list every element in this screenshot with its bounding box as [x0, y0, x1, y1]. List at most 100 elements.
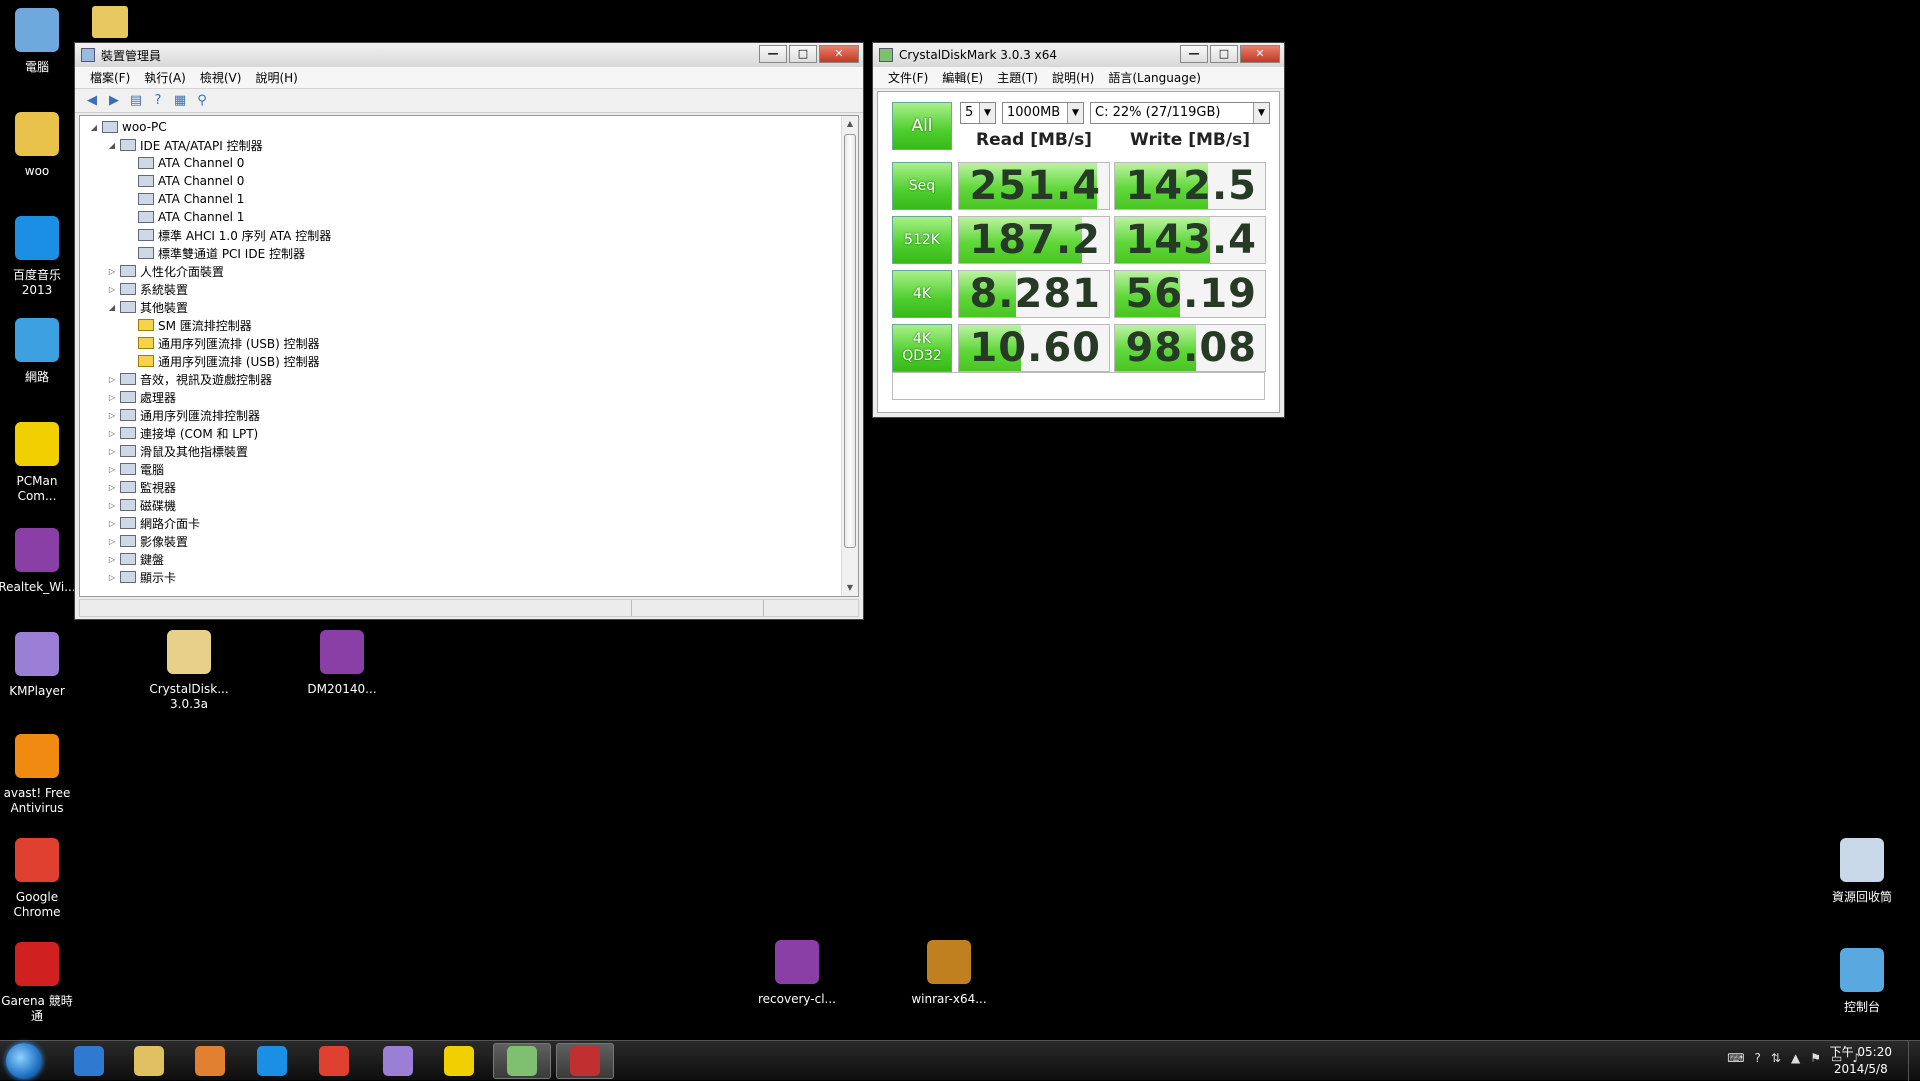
scroll-up-icon[interactable]: ▲: [842, 116, 858, 132]
menu-item[interactable]: 檢視(V): [193, 69, 249, 86]
taskbar-button[interactable]: [243, 1043, 301, 1079]
expand-arrow-icon[interactable]: ▷: [106, 537, 118, 546]
show-desktop-button[interactable]: [1908, 1041, 1920, 1081]
tree-node[interactable]: ATA Channel 0: [80, 154, 858, 172]
desktop-shortcut[interactable]: Garena 競時通: [0, 942, 77, 1024]
scroll-down-icon[interactable]: ▼: [842, 580, 858, 596]
tree-node[interactable]: ▷影像裝置: [80, 532, 858, 550]
taskbar-button[interactable]: [305, 1043, 363, 1079]
minimize-button[interactable]: —: [759, 45, 787, 63]
tree-node[interactable]: ▷鍵盤: [80, 550, 858, 568]
tree-node[interactable]: ▷磁碟機: [80, 496, 858, 514]
tree-node[interactable]: ▷監視器: [80, 478, 858, 496]
tree-node[interactable]: ◢其他裝置: [80, 298, 858, 316]
desktop-shortcut[interactable]: 網路: [0, 318, 77, 385]
desktop-shortcut[interactable]: Google Chrome: [0, 838, 77, 920]
tree-node[interactable]: ▷滑鼠及其他指標裝置: [80, 442, 858, 460]
expand-arrow-icon[interactable]: ▷: [106, 573, 118, 582]
taskbar-button[interactable]: [430, 1043, 488, 1079]
scroll-thumb[interactable]: [844, 134, 856, 548]
test-count-select[interactable]: 5▼: [960, 102, 996, 124]
test-size-select[interactable]: 1000MB▼: [1002, 102, 1084, 124]
desktop-shortcut[interactable]: winrar-x64...: [909, 940, 989, 1007]
tree-node[interactable]: ▷顯示卡: [80, 568, 858, 586]
expand-arrow-icon[interactable]: ▷: [106, 555, 118, 564]
expand-arrow-icon[interactable]: ▷: [106, 519, 118, 528]
expand-arrow-icon[interactable]: ◢: [88, 123, 100, 132]
expand-arrow-icon[interactable]: ▷: [106, 465, 118, 474]
taskbar-button[interactable]: [60, 1043, 118, 1079]
expand-arrow-icon[interactable]: ◢: [106, 303, 118, 312]
desktop-shortcut[interactable]: 資源回收筒: [1822, 838, 1902, 905]
flag-icon[interactable]: ⚑: [1810, 1051, 1821, 1065]
comment-field[interactable]: [892, 372, 1265, 400]
desktop-shortcut[interactable]: 百度音乐 2013: [0, 216, 77, 298]
minimize-button[interactable]: —: [1180, 45, 1208, 63]
test-button[interactable]: 4KQD32: [892, 324, 952, 372]
expand-arrow-icon[interactable]: ▷: [106, 375, 118, 384]
tree-node[interactable]: ◢IDE ATA/ATAPI 控制器: [80, 136, 858, 154]
properties-icon[interactable]: ▤: [127, 92, 145, 110]
expand-arrow-icon[interactable]: ◢: [106, 141, 118, 150]
maximize-button[interactable]: □: [789, 45, 817, 63]
tree-node[interactable]: 標準 AHCI 1.0 序列 ATA 控制器: [80, 226, 858, 244]
expand-arrow-icon[interactable]: ▷: [106, 429, 118, 438]
taskbar-button[interactable]: [556, 1043, 614, 1079]
scan-icon[interactable]: ⚲: [193, 92, 211, 110]
taskbar-button[interactable]: [493, 1043, 551, 1079]
menu-item[interactable]: 說明(H): [1045, 69, 1101, 86]
desktop-shortcut[interactable]: DM20140...: [302, 630, 382, 697]
expand-arrow-icon[interactable]: ▷: [106, 411, 118, 420]
tree-node[interactable]: ATA Channel 1: [80, 190, 858, 208]
tree-node[interactable]: ATA Channel 0: [80, 172, 858, 190]
tree-node[interactable]: ▷系統裝置: [80, 280, 858, 298]
tree-node[interactable]: ▷通用序列匯流排控制器: [80, 406, 858, 424]
forward-icon[interactable]: ▶: [105, 92, 123, 110]
clock[interactable]: 下午 05:20 2014/5/8: [1830, 1044, 1892, 1078]
network-icon[interactable]: ⇅: [1771, 1051, 1781, 1065]
expand-arrow-icon[interactable]: ▷: [106, 267, 118, 276]
tree-node[interactable]: ▷人性化介面裝置: [80, 262, 858, 280]
desktop-shortcut[interactable]: woo: [0, 112, 77, 179]
tree-node[interactable]: ▷連接埠 (COM 和 LPT): [80, 424, 858, 442]
drive-select[interactable]: C: 22% (27/119GB)▼: [1090, 102, 1270, 124]
tree-node[interactable]: ▷處理器: [80, 388, 858, 406]
menu-item[interactable]: 主題(T): [990, 69, 1045, 86]
tree-node[interactable]: 通用序列匯流排 (USB) 控制器: [80, 352, 858, 370]
taskbar-button[interactable]: [181, 1043, 239, 1079]
view-icon[interactable]: ▦: [171, 92, 189, 110]
tree-node[interactable]: 標準雙通道 PCI IDE 控制器: [80, 244, 858, 262]
test-button[interactable]: 512K: [892, 216, 952, 264]
test-button[interactable]: Seq: [892, 162, 952, 210]
tree-node[interactable]: ▷音效，視訊及遊戲控制器: [80, 370, 858, 388]
expand-arrow-icon[interactable]: ▷: [106, 393, 118, 402]
desktop-shortcut[interactable]: recovery-cl...: [757, 940, 837, 1007]
tree-node[interactable]: ◢woo-PC: [80, 118, 858, 136]
cdm-titlebar[interactable]: CrystalDiskMark 3.0.3 x64 — □ ✕: [873, 43, 1284, 67]
menu-item[interactable]: 語言(Language): [1101, 69, 1208, 86]
menu-item[interactable]: 編輯(E): [935, 69, 990, 86]
desktop-shortcut[interactable]: Realtek_Wi...: [0, 528, 77, 595]
menu-item[interactable]: 檔案(F): [83, 69, 137, 86]
help-icon[interactable]: ?: [149, 92, 167, 110]
taskbar-button[interactable]: [369, 1043, 427, 1079]
expand-arrow-icon[interactable]: ▷: [106, 447, 118, 456]
tree-node[interactable]: SM 匯流排控制器: [80, 316, 858, 334]
back-icon[interactable]: ◀: [83, 92, 101, 110]
desktop-shortcut[interactable]: 電腦: [0, 8, 77, 75]
show-hidden-icon[interactable]: ▲: [1791, 1051, 1800, 1065]
expand-arrow-icon[interactable]: ▷: [106, 483, 118, 492]
tree-node[interactable]: ATA Channel 1: [80, 208, 858, 226]
desktop-shortcut[interactable]: 控制台: [1822, 948, 1902, 1015]
expand-arrow-icon[interactable]: ▷: [106, 501, 118, 510]
folder-icon[interactable]: [92, 6, 128, 38]
menu-item[interactable]: 文件(F): [881, 69, 935, 86]
desktop-shortcut[interactable]: KMPlayer: [0, 632, 77, 699]
desktop-shortcut[interactable]: avast! Free Antivirus: [0, 734, 77, 816]
close-button[interactable]: ✕: [819, 45, 859, 63]
device-manager-titlebar[interactable]: 裝置管理員 — □ ✕: [75, 43, 863, 67]
menu-item[interactable]: 執行(A): [137, 69, 193, 86]
all-button[interactable]: All: [892, 102, 952, 150]
tree-node[interactable]: ▷網路介面卡: [80, 514, 858, 532]
tree-node[interactable]: ▷電腦: [80, 460, 858, 478]
